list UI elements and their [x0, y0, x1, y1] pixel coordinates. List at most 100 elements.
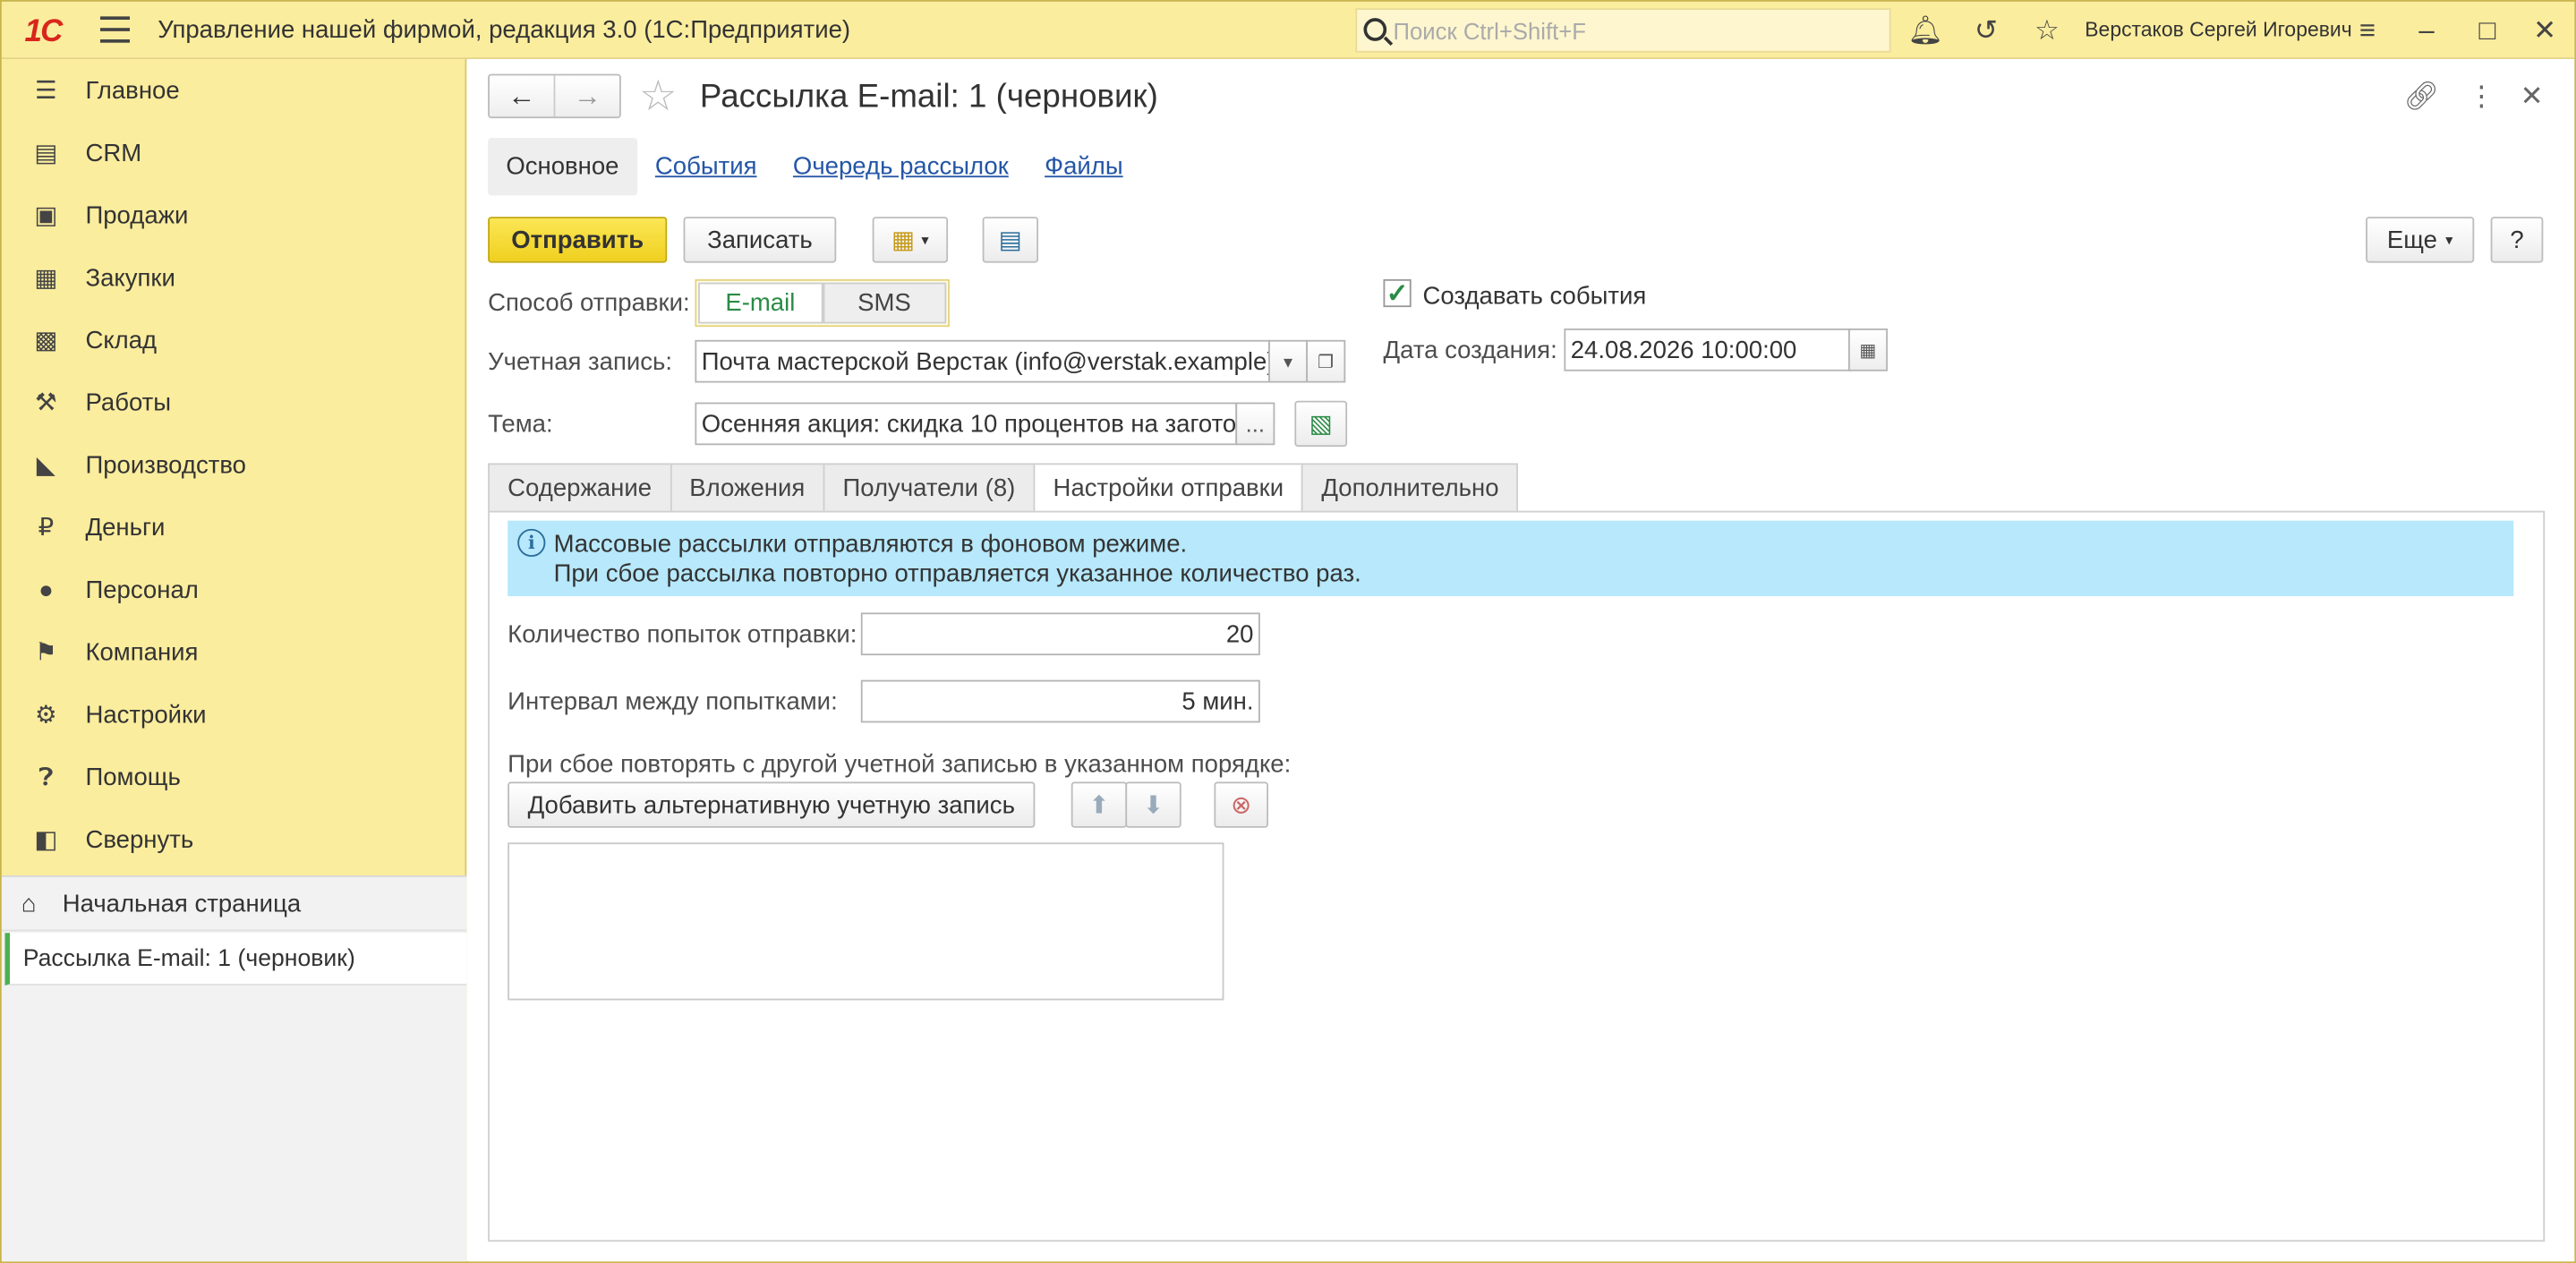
tools-icon: ⚒: [35, 388, 57, 418]
create-events-checkbox[interactable]: ✓: [1383, 278, 1412, 309]
back-arrow-icon[interactable]: ←: [490, 75, 554, 116]
sidebar-item-label: Закупки: [85, 263, 175, 292]
sidebar-item-production[interactable]: ◣ Производство: [2, 435, 466, 494]
calendar-icon: ▦: [1859, 340, 1877, 361]
purchase-icon: ▦: [34, 264, 58, 293]
info-text-line-1: Массовые рассылки отправляются в фоновом…: [553, 530, 1188, 559]
maximize-icon[interactable]: □: [2471, 15, 2504, 48]
send-method-sms[interactable]: SMS: [822, 282, 947, 324]
info-icon: i: [517, 528, 546, 558]
sidebar-item-company[interactable]: ⚑ Компания: [2, 622, 466, 681]
menu-lines-icon: ☰: [35, 77, 57, 106]
tab-recipients[interactable]: Получатели (8): [823, 463, 1034, 513]
delete-button[interactable]: ⊗: [1214, 781, 1269, 828]
move-up-button[interactable]: ⬆︎: [1070, 781, 1128, 828]
close-form-icon[interactable]: ✕: [2521, 81, 2544, 114]
more-button[interactable]: Еще ▾: [2366, 217, 2475, 263]
sidebar-item-personnel[interactable]: ● Персонал: [2, 560, 466, 619]
more-button-label: Еще: [2386, 226, 2437, 254]
panel-tabs: Содержание Вложения Получатели (8) Настр…: [488, 463, 1519, 513]
chevron-down-icon: ▾: [2445, 230, 2453, 248]
app-window: 1С Управление нашей фирмой, редакция 3.0…: [0, 0, 2576, 1263]
tab-attachments[interactable]: Вложения: [670, 463, 823, 513]
chevron-down-icon: ▾: [1283, 352, 1293, 372]
arrow-up-icon: ⬆︎: [1088, 791, 1110, 820]
history-icon[interactable]: ↺: [1970, 15, 2003, 48]
alt-accounts-list[interactable]: [508, 842, 1224, 1001]
sidebar-item-money[interactable]: ₽ Деньги: [2, 498, 466, 557]
warehouse-icon: ▩: [34, 327, 58, 355]
info-banner: i Массовые рассылки отправляются в фонов…: [508, 520, 2514, 597]
account-dropdown-button[interactable]: ▾: [1268, 339, 1309, 383]
created-date-field[interactable]: 24.08.2026 10:00:00: [1564, 328, 1852, 371]
sidebar-item-warehouse[interactable]: ▩ Склад: [2, 311, 466, 370]
tab-content[interactable]: Содержание: [488, 463, 670, 513]
page-title: Рассылка E-mail: 1 (черновик): [699, 79, 1158, 115]
sidebar-item-label: Помощь: [85, 763, 181, 791]
home-icon: ⌂: [21, 889, 37, 917]
account-field[interactable]: Почта мастерской Верстак (info@verstak.e…: [695, 339, 1270, 383]
sidebar-item-collapse[interactable]: ◧ Свернуть: [2, 810, 466, 869]
calendar-button[interactable]: ▦: [1847, 328, 1888, 371]
sidebar-item-label: Компания: [85, 637, 199, 667]
favorites-icon[interactable]: ☆: [2031, 15, 2064, 48]
factory-icon: ◣: [36, 451, 55, 480]
open-document-link[interactable]: Рассылка E-mail: 1 (черновик): [4, 933, 467, 986]
add-alt-account-button[interactable]: Добавить альтернативную учетную запись: [508, 781, 1036, 828]
subject-more-button[interactable]: ...: [1235, 402, 1275, 446]
sidebar-item-label: Деньги: [85, 513, 166, 542]
sidebar-item-crm[interactable]: ▤ CRM: [2, 124, 466, 183]
sidebar-item-main[interactable]: ☰ Главное: [2, 61, 466, 120]
close-window-icon[interactable]: ✕: [2529, 15, 2562, 48]
insert-template-button[interactable]: ▧: [1294, 400, 1348, 448]
link-icon[interactable]: 🔗︎: [2403, 81, 2439, 114]
title-bar: 1С Управление нашей фирмой, редакция 3.0…: [1, 1, 2575, 60]
sidebar-item-sales[interactable]: ▣ Продажи: [2, 185, 466, 244]
app-logo[interactable]: 1С: [25, 15, 64, 51]
search-placeholder: Поиск Ctrl+Shift+F: [1393, 18, 1586, 45]
send-button[interactable]: Отправить: [488, 217, 668, 263]
collapse-icon: ◧: [34, 825, 58, 855]
sidebar-item-settings[interactable]: ⚙ Настройки: [2, 685, 466, 744]
tab-additional[interactable]: Дополнительно: [1301, 463, 1519, 513]
favorite-star-icon[interactable]: ☆: [639, 74, 678, 117]
interval-field[interactable]: 5 мин.: [860, 679, 1260, 723]
home-page-link[interactable]: ⌂ Начальная страница: [1, 877, 467, 932]
user-name[interactable]: Верстаков Сергей Игоревич: [2085, 18, 2351, 41]
open-document-label: Рассылка E-mail: 1 (черновик): [22, 944, 355, 972]
attempts-field[interactable]: 20: [860, 612, 1260, 656]
tab-main[interactable]: Основное: [488, 137, 637, 195]
hierarchy-icon: ▤: [998, 226, 1022, 255]
tab-send-settings[interactable]: Настройки отправки: [1033, 463, 1302, 513]
search-box[interactable]: Поиск Ctrl+Shift+F: [1355, 8, 1891, 53]
kebab-menu-icon[interactable]: ⋮: [2468, 81, 2495, 114]
sidebar: ☰ Главное ▤ CRM ▣ Продажи ▦ Закупки ▩ Склад ⚒…: [1, 59, 467, 1262]
cart-icon: ▣: [34, 201, 58, 230]
schedule-dropdown-button[interactable]: ▦ ▾: [872, 217, 949, 263]
checkmark-icon: ✓: [1386, 279, 1409, 309]
minimize-icon[interactable]: –: [2410, 15, 2444, 48]
sidebar-item-purchases[interactable]: ▦ Закупки: [2, 248, 466, 307]
send-method-email[interactable]: E-mail: [698, 282, 823, 324]
sidebar-item-help[interactable]: ❓︎ Помощь: [2, 747, 466, 806]
sidebar-item-label: Работы: [85, 388, 172, 417]
tab-files[interactable]: Файлы: [1045, 152, 1123, 180]
calendar-clock-icon: ▦: [891, 226, 916, 255]
send-method-switch: E-mail SMS: [695, 278, 950, 328]
tab-events[interactable]: События: [655, 152, 757, 180]
forward-arrow-icon[interactable]: →: [553, 75, 619, 117]
chevron-down-icon: ▾: [921, 230, 929, 248]
tab-queue[interactable]: Очередь рассылок: [793, 152, 1009, 180]
subject-field[interactable]: Осенняя акция: скидка 10 процентов на за…: [695, 402, 1238, 446]
help-button[interactable]: ?: [2490, 217, 2544, 263]
move-down-button[interactable]: ⬇︎: [1125, 781, 1181, 828]
sidebar-item-label: Производство: [85, 450, 246, 479]
main-menu-icon[interactable]: [99, 16, 131, 43]
sidebar-item-works[interactable]: ⚒ Работы: [2, 373, 466, 432]
sidebar-item-label: Свернуть: [85, 825, 194, 854]
save-button[interactable]: Записать: [683, 217, 837, 263]
structure-button[interactable]: ▤: [982, 217, 1039, 263]
bell-icon[interactable]: 🔔︎: [1907, 15, 1943, 48]
settings-lines-icon[interactable]: ≡: [2351, 15, 2384, 48]
account-open-button[interactable]: ❐: [1306, 339, 1346, 383]
